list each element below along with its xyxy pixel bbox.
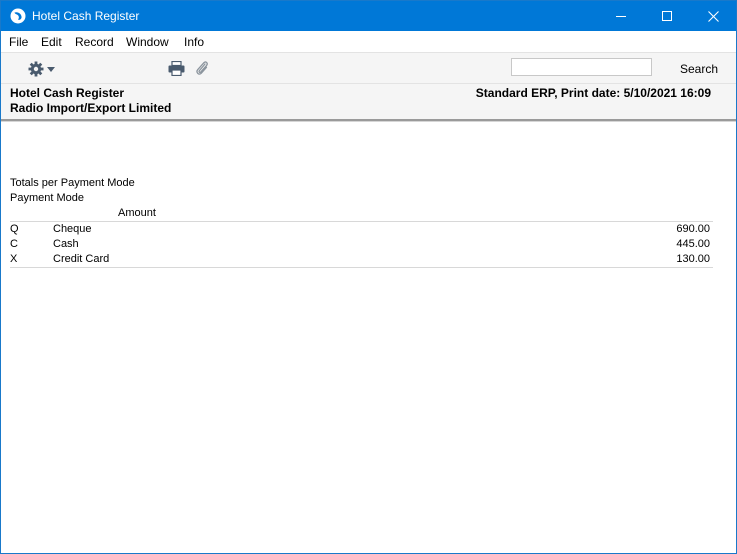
payment-amount: 690.00 <box>676 223 710 235</box>
payment-mode-name: Credit Card <box>53 253 110 265</box>
table-row: X Credit Card 130.00 <box>1 253 736 268</box>
payment-mode-code: Q <box>10 223 19 235</box>
table-bottom-rule <box>10 267 713 268</box>
app-window: Hotel Cash Register File Edit Record Win… <box>0 0 737 554</box>
minimize-button[interactable] <box>598 1 644 31</box>
table-top-rule <box>10 221 713 222</box>
menu-window[interactable]: Window <box>126 35 169 49</box>
company-name: Radio Import/Export Limited <box>10 101 172 115</box>
title-bar[interactable]: Hotel Cash Register <box>1 1 736 31</box>
header-divider-shadow <box>1 121 736 122</box>
print-info: Standard ERP, Print date: 5/10/2021 16:0… <box>475 86 711 100</box>
report-title: Hotel Cash Register <box>10 86 125 100</box>
maximize-button[interactable] <box>644 1 690 31</box>
gear-icon <box>28 61 44 77</box>
print-icon <box>168 60 185 77</box>
search-button[interactable]: Search <box>680 62 718 76</box>
chevron-down-icon <box>47 67 55 72</box>
menu-record[interactable]: Record <box>75 35 114 49</box>
payment-mode-code: C <box>10 238 18 250</box>
menu-info[interactable]: Info <box>184 35 204 49</box>
print-button[interactable] <box>168 60 185 77</box>
close-icon <box>707 10 719 22</box>
operations-menu-button[interactable] <box>27 60 55 78</box>
minimize-icon <box>616 16 626 17</box>
section-title: Totals per Payment Mode <box>10 177 135 189</box>
menu-file[interactable]: File <box>9 35 28 49</box>
close-button[interactable] <box>690 1 736 31</box>
menu-edit[interactable]: Edit <box>41 35 62 49</box>
attach-button[interactable] <box>194 59 210 77</box>
window-title: Hotel Cash Register <box>32 9 140 23</box>
payment-amount: 130.00 <box>676 253 710 265</box>
search-input[interactable] <box>511 58 652 76</box>
report-header: Hotel Cash Register Radio Import/Export … <box>1 83 736 119</box>
column-header-amount: Amount <box>118 207 156 219</box>
table-row: C Cash 445.00 <box>1 238 736 253</box>
toolbar: Search <box>1 52 736 83</box>
paperclip-icon <box>196 61 208 75</box>
table-row: Q Cheque 690.00 <box>1 223 736 238</box>
payment-mode-name: Cheque <box>53 223 92 235</box>
payment-mode-name: Cash <box>53 238 79 250</box>
maximize-icon <box>662 11 672 21</box>
app-icon <box>10 8 26 24</box>
payment-amount: 445.00 <box>676 238 710 250</box>
column-header-payment-mode: Payment Mode <box>10 192 84 204</box>
payment-mode-code: X <box>10 253 18 265</box>
menu-bar: File Edit Record Window Info <box>1 31 736 52</box>
